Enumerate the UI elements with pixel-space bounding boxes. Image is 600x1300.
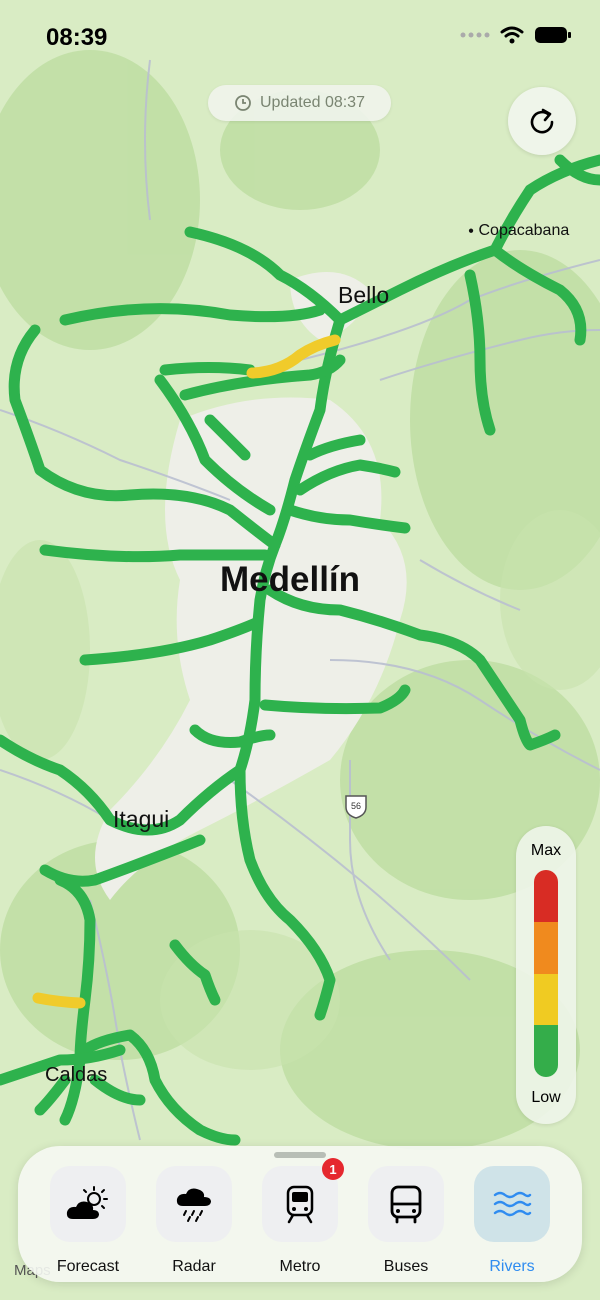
metro-notification-badge: 1 xyxy=(322,1158,344,1180)
legend-low-label: Low xyxy=(531,1089,561,1106)
tab-buses-icon-tile xyxy=(368,1166,444,1242)
cellular-signal-icon xyxy=(460,32,490,38)
tram-icon xyxy=(286,1185,314,1224)
tab-forecast-label: Forecast xyxy=(56,1258,120,1275)
last-updated-text: Updated 08:37 xyxy=(260,94,365,111)
tab-metro[interactable]: 1 Metro xyxy=(262,1158,344,1276)
last-updated-pill: Updated 08:37 xyxy=(208,85,391,121)
tab-radar[interactable]: Radar xyxy=(156,1166,232,1276)
status-time: 08:39 xyxy=(46,24,108,51)
legend-max-label: Max xyxy=(530,842,562,859)
status-bar: 08:39 xyxy=(0,0,600,80)
legend-level-green xyxy=(534,1025,558,1077)
tab-buses-label: Buses xyxy=(383,1258,429,1275)
tab-rivers[interactable]: Rivers xyxy=(474,1166,550,1276)
tab-bar: Forecast Radar 1 Metro Buses Rivers xyxy=(18,1146,582,1282)
clock-icon xyxy=(235,95,251,111)
status-icons xyxy=(460,26,572,44)
wifi-icon xyxy=(500,26,524,44)
legend-color-scale xyxy=(534,870,558,1077)
map-label-caldas: Caldas xyxy=(45,1064,108,1086)
tab-forecast-icon-tile xyxy=(50,1166,126,1242)
rain-cloud-icon xyxy=(176,1188,211,1222)
legend-level-orange xyxy=(534,921,558,974)
map-label-bello: Bello xyxy=(338,282,390,308)
tab-radar-label: Radar xyxy=(172,1258,216,1275)
refresh-button[interactable] xyxy=(508,87,576,155)
legend-level-yellow xyxy=(534,973,558,1026)
legend-level-red xyxy=(534,870,558,922)
route-shield-number: 56 xyxy=(351,801,361,811)
tab-forecast[interactable]: Forecast xyxy=(50,1166,126,1276)
map-label-copacabana: ● Copacabana xyxy=(468,222,570,239)
tab-radar-icon-tile xyxy=(156,1166,232,1242)
partly-cloudy-icon xyxy=(66,1186,108,1219)
route-shield-icon: 56 xyxy=(345,795,367,819)
tab-metro-label: Metro xyxy=(279,1258,321,1275)
drag-handle[interactable] xyxy=(274,1152,326,1158)
tab-rivers-label: Rivers xyxy=(489,1258,535,1275)
map-label-copacabana-text: Copacabana xyxy=(478,222,570,239)
map-label-medellin: Medellín xyxy=(220,560,361,599)
tab-rivers-icon-tile xyxy=(474,1166,550,1242)
river-map[interactable] xyxy=(0,0,600,1300)
water-waves-icon xyxy=(493,1191,532,1217)
bus-icon xyxy=(390,1185,422,1224)
tab-metro-icon-tile: 1 xyxy=(262,1158,344,1242)
map-label-itagui: Itagui xyxy=(113,806,170,832)
tab-buses[interactable]: Buses xyxy=(368,1166,444,1276)
level-legend: Max Low xyxy=(516,826,576,1124)
battery-icon xyxy=(535,27,571,43)
refresh-icon xyxy=(530,108,554,134)
